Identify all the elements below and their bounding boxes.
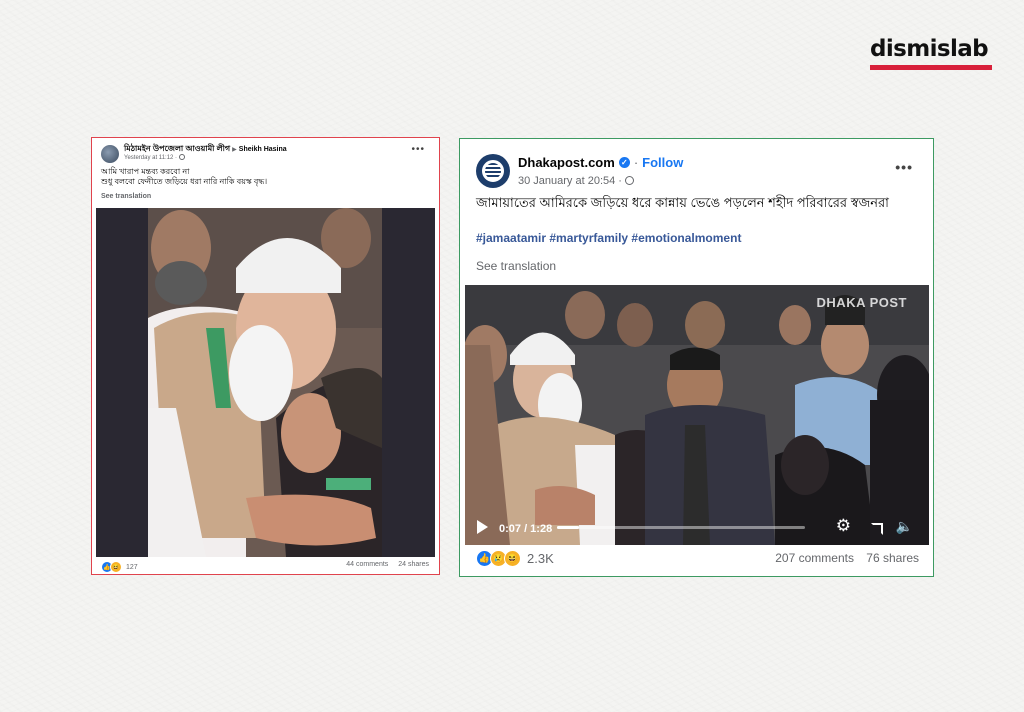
volume-icon[interactable]: 🔈 [896, 518, 913, 535]
post-timestamp[interactable]: Yesterday at 11:12 · [124, 154, 185, 161]
video-frame-image [96, 208, 435, 557]
video-watermark: DHAKA POST [816, 295, 907, 310]
video-seek-progress [557, 526, 580, 529]
separator-dot: · [633, 155, 639, 170]
reactions-summary[interactable]: 👍 😢 😆 2.3K [476, 550, 554, 567]
follow-button[interactable]: Follow [642, 155, 683, 170]
globe-icon [178, 154, 185, 160]
page-avatar[interactable] [476, 154, 510, 188]
see-translation-link[interactable]: See translation [101, 193, 151, 200]
play-icon[interactable] [477, 520, 488, 534]
dismislab-logo: dismislab [870, 36, 994, 70]
globe-icon [625, 176, 635, 185]
fullscreen-icon[interactable] [871, 523, 883, 535]
video-controls: 0:07 / 1:28 ⚙ 🔈 [465, 511, 929, 545]
post-timestamp[interactable]: 30 January at 20:54 · [518, 175, 635, 187]
haha-reaction-icon: 😆 [504, 550, 521, 567]
post-video[interactable]: DHAKA POST 0:07 / 1:28 ⚙ 🔈 [465, 285, 929, 545]
post-text: জামায়াতের আমিরকে জড়িয়ে ধরে কান্নায় ভ… [476, 195, 889, 210]
verified-badge-icon: ✓ [618, 157, 630, 168]
logo-text: dismislab [870, 36, 989, 62]
post-text: আমি খারাপ মন্তব্য করবো না শুধু বলবো ফেনী… [101, 167, 267, 187]
video-frame-image [465, 285, 929, 545]
post-text-line: আমি খারাপ মন্তব্য করবো না [101, 167, 190, 176]
video-time: 0:07 / 1:28 [499, 523, 553, 535]
more-options-icon[interactable]: ••• [411, 144, 425, 155]
reaction-count: 2.3K [527, 551, 554, 566]
logo-underline [870, 65, 992, 70]
more-options-icon[interactable]: ••• [895, 159, 913, 175]
page-name-link[interactable]: Dhakapost.com [518, 155, 615, 170]
hashtags-links[interactable]: #jamaatamir #martyrfamily #emotionalmome… [476, 231, 741, 245]
engagement-stats: 44 comments 24 shares [338, 561, 429, 568]
page-name-link[interactable]: মিঠামইন উপজেলা আওয়ামী লীগ [124, 144, 230, 153]
reactions-summary[interactable]: 👍 😆 127 [101, 561, 138, 573]
left-facebook-post: মিঠামইন উপজেলা আওয়ামী লীগ ▶ Sheikh Hasina… [91, 137, 440, 575]
gear-icon[interactable]: ⚙ [836, 516, 851, 536]
comments-count-link[interactable]: 44 comments [346, 561, 388, 568]
engagement-stats: 207 comments 76 shares [766, 551, 919, 565]
see-translation-link[interactable]: See translation [476, 259, 556, 273]
page-avatar[interactable] [101, 145, 119, 163]
right-facebook-post: Dhakapost.com ✓ · Follow 30 January at 2… [459, 138, 934, 577]
shares-count-link[interactable]: 76 shares [866, 551, 919, 565]
reaction-count: 127 [126, 563, 138, 571]
post-video[interactable] [96, 208, 435, 557]
shares-count-link[interactable]: 24 shares [398, 561, 429, 568]
target-page-link[interactable]: Sheikh Hasina [239, 146, 287, 153]
dhakapost-logo-icon [482, 160, 504, 182]
haha-reaction-icon: 😆 [110, 561, 122, 573]
video-seek-bar[interactable] [557, 526, 805, 529]
post-text-line: শুধু বলবো ফেনীতে জড়িয়ে ধরা নারি নাকি ব… [101, 177, 268, 186]
post-header: Dhakapost.com ✓ · Follow [518, 155, 683, 170]
arrow-right-icon: ▶ [232, 147, 237, 153]
comments-count-link[interactable]: 207 comments [775, 551, 854, 565]
